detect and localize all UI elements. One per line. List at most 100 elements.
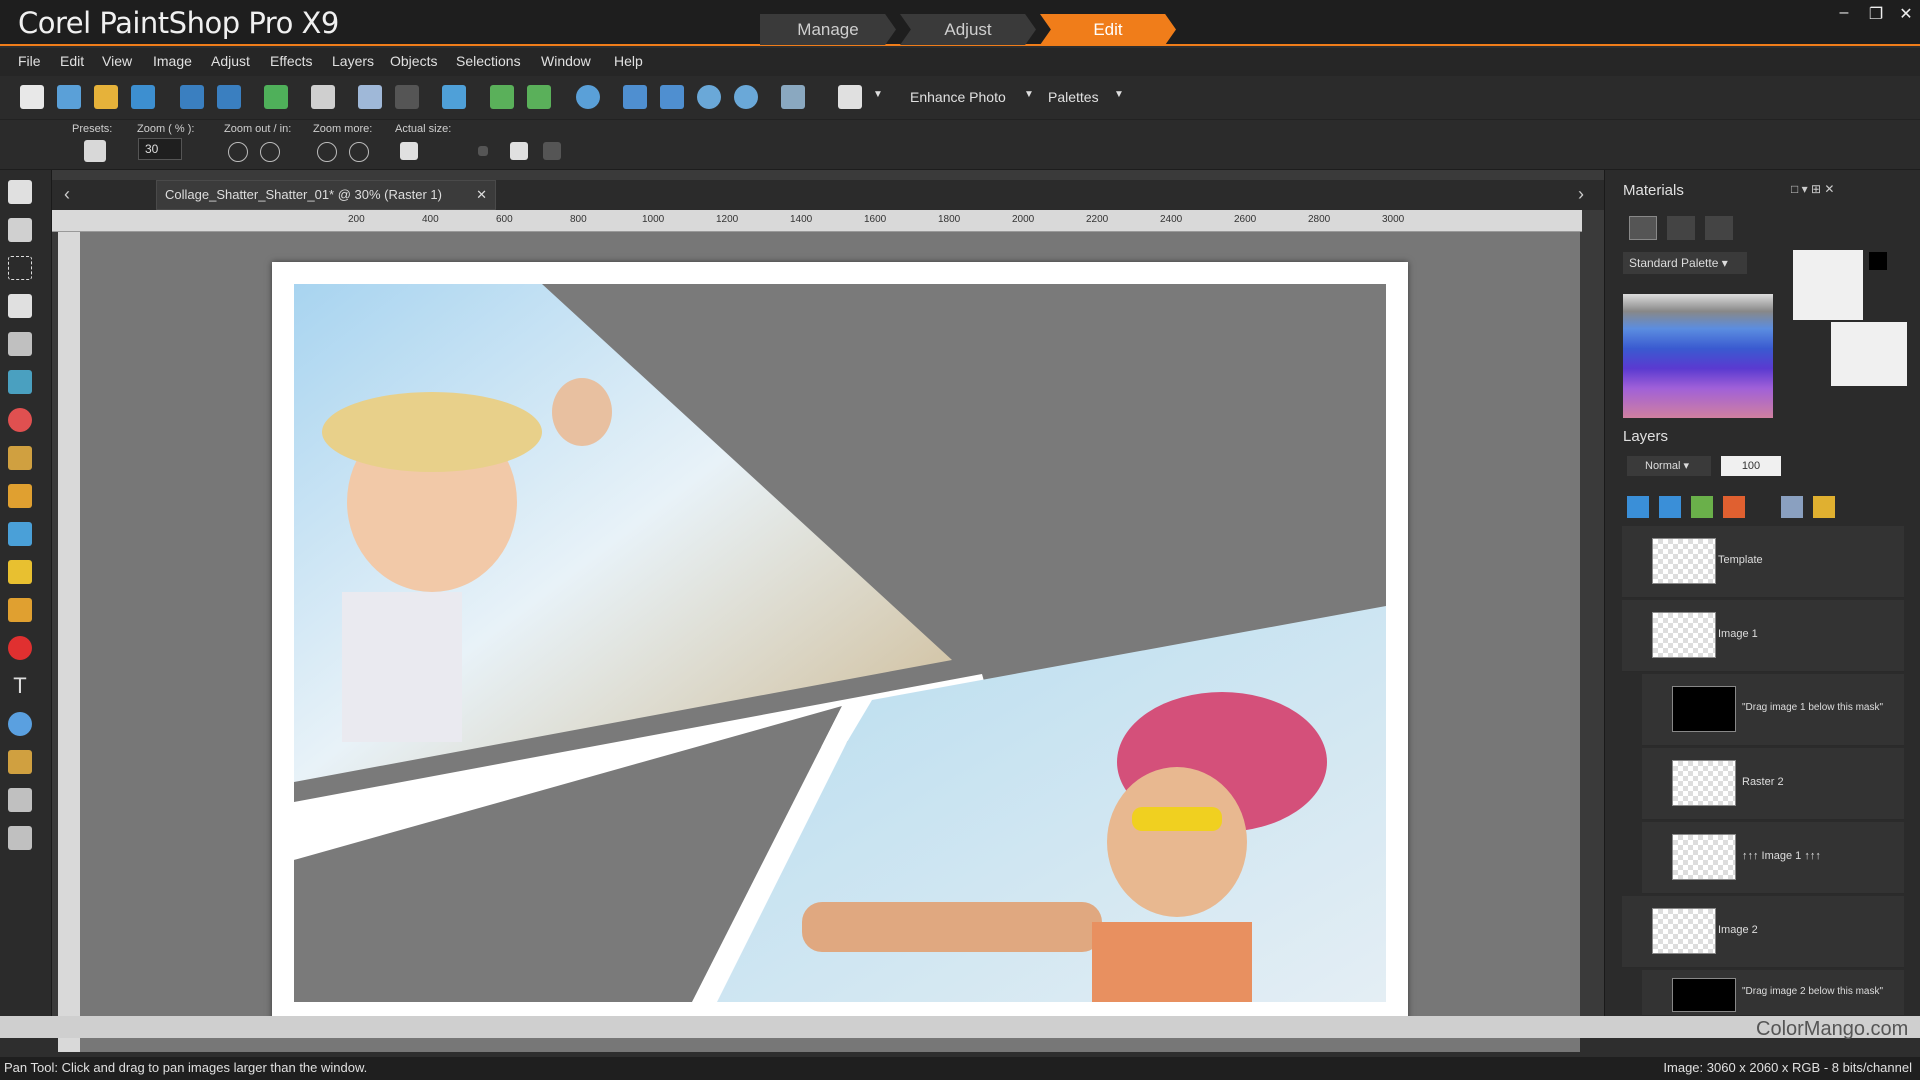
tab-scroll-left-icon[interactable]: ‹: [64, 184, 70, 205]
pick-tool-icon[interactable]: [8, 218, 32, 242]
new-group-icon[interactable]: [1659, 496, 1681, 518]
tab-adjust[interactable]: Adjust: [900, 14, 1036, 45]
color-replacer-icon[interactable]: [8, 636, 32, 660]
zoom-out-option-icon[interactable]: [228, 142, 248, 162]
shape-tool-icon[interactable]: [8, 712, 32, 736]
menu-window[interactable]: Window: [541, 53, 591, 69]
horizontal-scrollbar[interactable]: [0, 1016, 1920, 1038]
text-tool-icon[interactable]: T: [8, 674, 32, 698]
eraser-tool-icon[interactable]: [8, 826, 32, 850]
share-icon[interactable]: [264, 85, 288, 109]
enhance-photo-button[interactable]: Enhance Photo: [910, 89, 1006, 105]
info-icon[interactable]: [576, 85, 600, 109]
menu-effects[interactable]: Effects: [270, 53, 313, 69]
clipboard-dropdown-icon[interactable]: ▼: [873, 89, 883, 100]
close-tab-icon[interactable]: ✕: [476, 181, 487, 209]
menu-objects[interactable]: Objects: [390, 53, 437, 69]
pan-tool-icon[interactable]: [8, 180, 32, 204]
minimize-icon[interactable]: –: [1832, 4, 1856, 24]
zoom-input[interactable]: [138, 138, 182, 160]
menu-file[interactable]: File: [18, 53, 41, 69]
clipboard-icon[interactable]: [838, 85, 862, 109]
fit-full-icon[interactable]: [510, 142, 528, 160]
selection-tool-icon[interactable]: [8, 256, 32, 280]
panel-options-icon[interactable]: □ ▾ ⊞ ✕: [1791, 182, 1834, 196]
pen-tool-icon[interactable]: [8, 750, 32, 774]
new-file-icon[interactable]: [20, 85, 44, 109]
layer-image-1[interactable]: Image 1: [1622, 600, 1904, 672]
red-eye-tool-icon[interactable]: [8, 408, 32, 432]
lock-icon[interactable]: [1813, 496, 1835, 518]
mixer-tab-icon[interactable]: [1705, 216, 1733, 240]
tab-edit[interactable]: Edit: [1040, 14, 1176, 45]
palettes-button[interactable]: Palettes: [1048, 89, 1099, 105]
layer-raster-2[interactable]: Raster 2: [1642, 748, 1904, 820]
mask-layer-icon[interactable]: [1723, 496, 1745, 518]
paint-brush-icon[interactable]: [8, 560, 32, 584]
print-icon[interactable]: [311, 85, 335, 109]
material-preview[interactable]: [1831, 322, 1907, 386]
menu-adjust[interactable]: Adjust: [211, 53, 250, 69]
tab-scroll-right-icon[interactable]: ›: [1578, 184, 1584, 205]
zoom-out-icon[interactable]: [697, 85, 721, 109]
warp-brush-icon[interactable]: [8, 788, 32, 812]
grid-icon[interactable]: [57, 85, 81, 109]
menu-layers[interactable]: Layers: [332, 53, 374, 69]
rainbow-tab-icon[interactable]: [1667, 216, 1695, 240]
background-swatch[interactable]: [1869, 252, 1887, 270]
straighten-tool-icon[interactable]: [8, 370, 32, 394]
menu-view[interactable]: View: [102, 53, 132, 69]
tab-manage[interactable]: Manage: [760, 14, 896, 45]
enhance-dropdown-icon[interactable]: ▼: [1024, 89, 1034, 100]
palette-select[interactable]: Standard Palette ▾: [1623, 252, 1747, 274]
layer-image-2[interactable]: Image 2: [1622, 896, 1904, 968]
clone-brush-icon[interactable]: [8, 484, 32, 508]
document-tab[interactable]: Collage_Shatter_Shatter_01* @ 30% (Raste…: [156, 180, 496, 210]
swatch-tab-icon[interactable]: [1629, 216, 1657, 240]
preview-icon[interactable]: [781, 85, 805, 109]
link-icon[interactable]: [1781, 496, 1803, 518]
resize-icon[interactable]: [442, 85, 466, 109]
actual-size-icon[interactable]: [400, 142, 418, 160]
undo-icon[interactable]: [358, 85, 382, 109]
adjustment-layer-icon[interactable]: [1691, 496, 1713, 518]
zoom-more-out-icon[interactable]: [317, 142, 337, 162]
color-swatches[interactable]: [1623, 294, 1773, 418]
open-folder-icon[interactable]: [94, 85, 118, 109]
fit-window-icon[interactable]: [623, 85, 647, 109]
fit-selection-icon[interactable]: [543, 142, 561, 160]
menu-selections[interactable]: Selections: [456, 53, 521, 69]
menu-help[interactable]: Help: [614, 53, 643, 69]
scan-icon[interactable]: [131, 85, 155, 109]
layer-mask-2[interactable]: "Drag image 2 below this mask": [1642, 970, 1904, 1016]
zoom-more-in-icon[interactable]: [349, 142, 369, 162]
close-icon[interactable]: ✕: [1894, 4, 1918, 24]
opacity-field[interactable]: 100: [1721, 456, 1781, 476]
layer-image1-placeholder[interactable]: ↑↑↑ Image 1 ↑↑↑: [1642, 822, 1904, 894]
new-layer-icon[interactable]: [1627, 496, 1649, 518]
layer-mask-1[interactable]: "Drag image 1 below this mask": [1642, 674, 1904, 746]
rotate-left-icon[interactable]: [490, 85, 514, 109]
dropper-tool-icon[interactable]: [8, 294, 32, 318]
save-icon[interactable]: [180, 85, 204, 109]
menu-edit[interactable]: Edit: [60, 53, 84, 69]
rotate-right-icon[interactable]: [527, 85, 551, 109]
layer-template[interactable]: Template: [1622, 526, 1904, 598]
zoom-in-icon[interactable]: [734, 85, 758, 109]
palettes-dropdown-icon[interactable]: ▼: [1114, 89, 1124, 100]
fit-small-icon[interactable]: [478, 146, 488, 156]
crop-tool-icon[interactable]: [8, 332, 32, 356]
collage-canvas[interactable]: [272, 262, 1408, 1024]
blend-mode-select[interactable]: Normal ▾: [1627, 456, 1711, 476]
redo-icon[interactable]: [395, 85, 419, 109]
replace-tool-icon[interactable]: [8, 522, 32, 546]
dodge-tool-icon[interactable]: [8, 598, 32, 622]
zoom-in-option-icon[interactable]: [260, 142, 280, 162]
pan-preset-icon[interactable]: [84, 140, 106, 162]
foreground-swatch[interactable]: [1793, 250, 1863, 320]
makeover-tool-icon[interactable]: [8, 446, 32, 470]
menu-image[interactable]: Image: [153, 53, 192, 69]
restore-icon[interactable]: ❐: [1864, 4, 1888, 24]
fit-image-icon[interactable]: [660, 85, 684, 109]
save-as-icon[interactable]: [217, 85, 241, 109]
